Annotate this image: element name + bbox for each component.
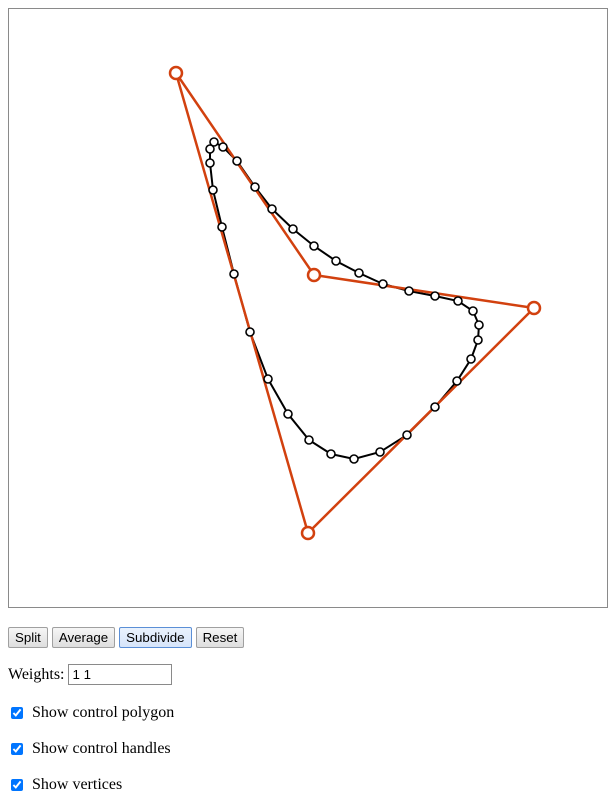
control-handle[interactable] [168,65,184,81]
split-button[interactable]: Split [8,627,48,648]
weights-label: Weights: [8,665,65,683]
curve-vertex [326,449,336,459]
curve-vertex [217,222,227,232]
curve-vertex [250,182,260,192]
curve-vertex [245,327,255,337]
curve-vertex [402,430,412,440]
show-vertices-checkbox[interactable] [11,779,23,791]
toolbar: Split Average Subdivide Reset [8,627,245,648]
curve-vertex [468,306,478,316]
curve-vertex [288,224,298,234]
control-handle[interactable] [526,300,542,316]
show-control-polygon-checkbox[interactable] [11,707,23,719]
weights-row: Weights: [8,664,173,685]
control-handle[interactable] [306,267,322,283]
curve-vertex [331,256,341,266]
curve-vertex [232,156,242,166]
curve-vertex [473,335,483,345]
weights-input[interactable] [68,664,173,685]
show-control-handles-label: Show control handles [32,740,171,757]
curve-vertex [466,354,476,364]
show-control-handles-option[interactable]: Show control handles [11,740,171,758]
curve-vertex [205,144,215,154]
show-vertices-label: Show vertices [32,776,123,793]
drawing-canvas[interactable] [8,8,608,608]
curve-vertex [263,374,273,384]
curve-vertex [430,291,440,301]
curve-vertex [378,279,388,289]
curve-vertex [229,269,239,279]
curve-vertex [349,454,359,464]
average-button[interactable]: Average [51,627,116,648]
curve-vertex [404,286,414,296]
reset-button[interactable]: Reset [195,627,245,648]
subdivision-curve-stage[interactable] [9,9,607,607]
curve-vertex [375,447,385,457]
curve-vertex [208,185,218,195]
curve-vertex [430,402,440,412]
show-control-polygon-option[interactable]: Show control polygon [11,704,174,722]
curve-vertex [453,296,463,306]
curve-vertex [309,241,319,251]
curve-vertex [218,142,228,152]
curve-vertex [304,435,314,445]
curve-vertex [474,320,484,330]
show-control-polygon-label: Show control polygon [32,704,175,721]
subdivide-button[interactable]: Subdivide [119,627,192,648]
curve-vertex [283,409,293,419]
control-polygon [174,72,537,536]
curve-vertex [354,268,364,278]
curve-vertex [452,376,462,386]
show-vertices-option[interactable]: Show vertices [11,776,122,794]
curve-vertex [205,158,215,168]
show-control-handles-checkbox[interactable] [11,743,23,755]
control-handle[interactable] [300,525,316,541]
subdivided-curve [209,140,481,461]
curve-vertex [267,204,277,214]
